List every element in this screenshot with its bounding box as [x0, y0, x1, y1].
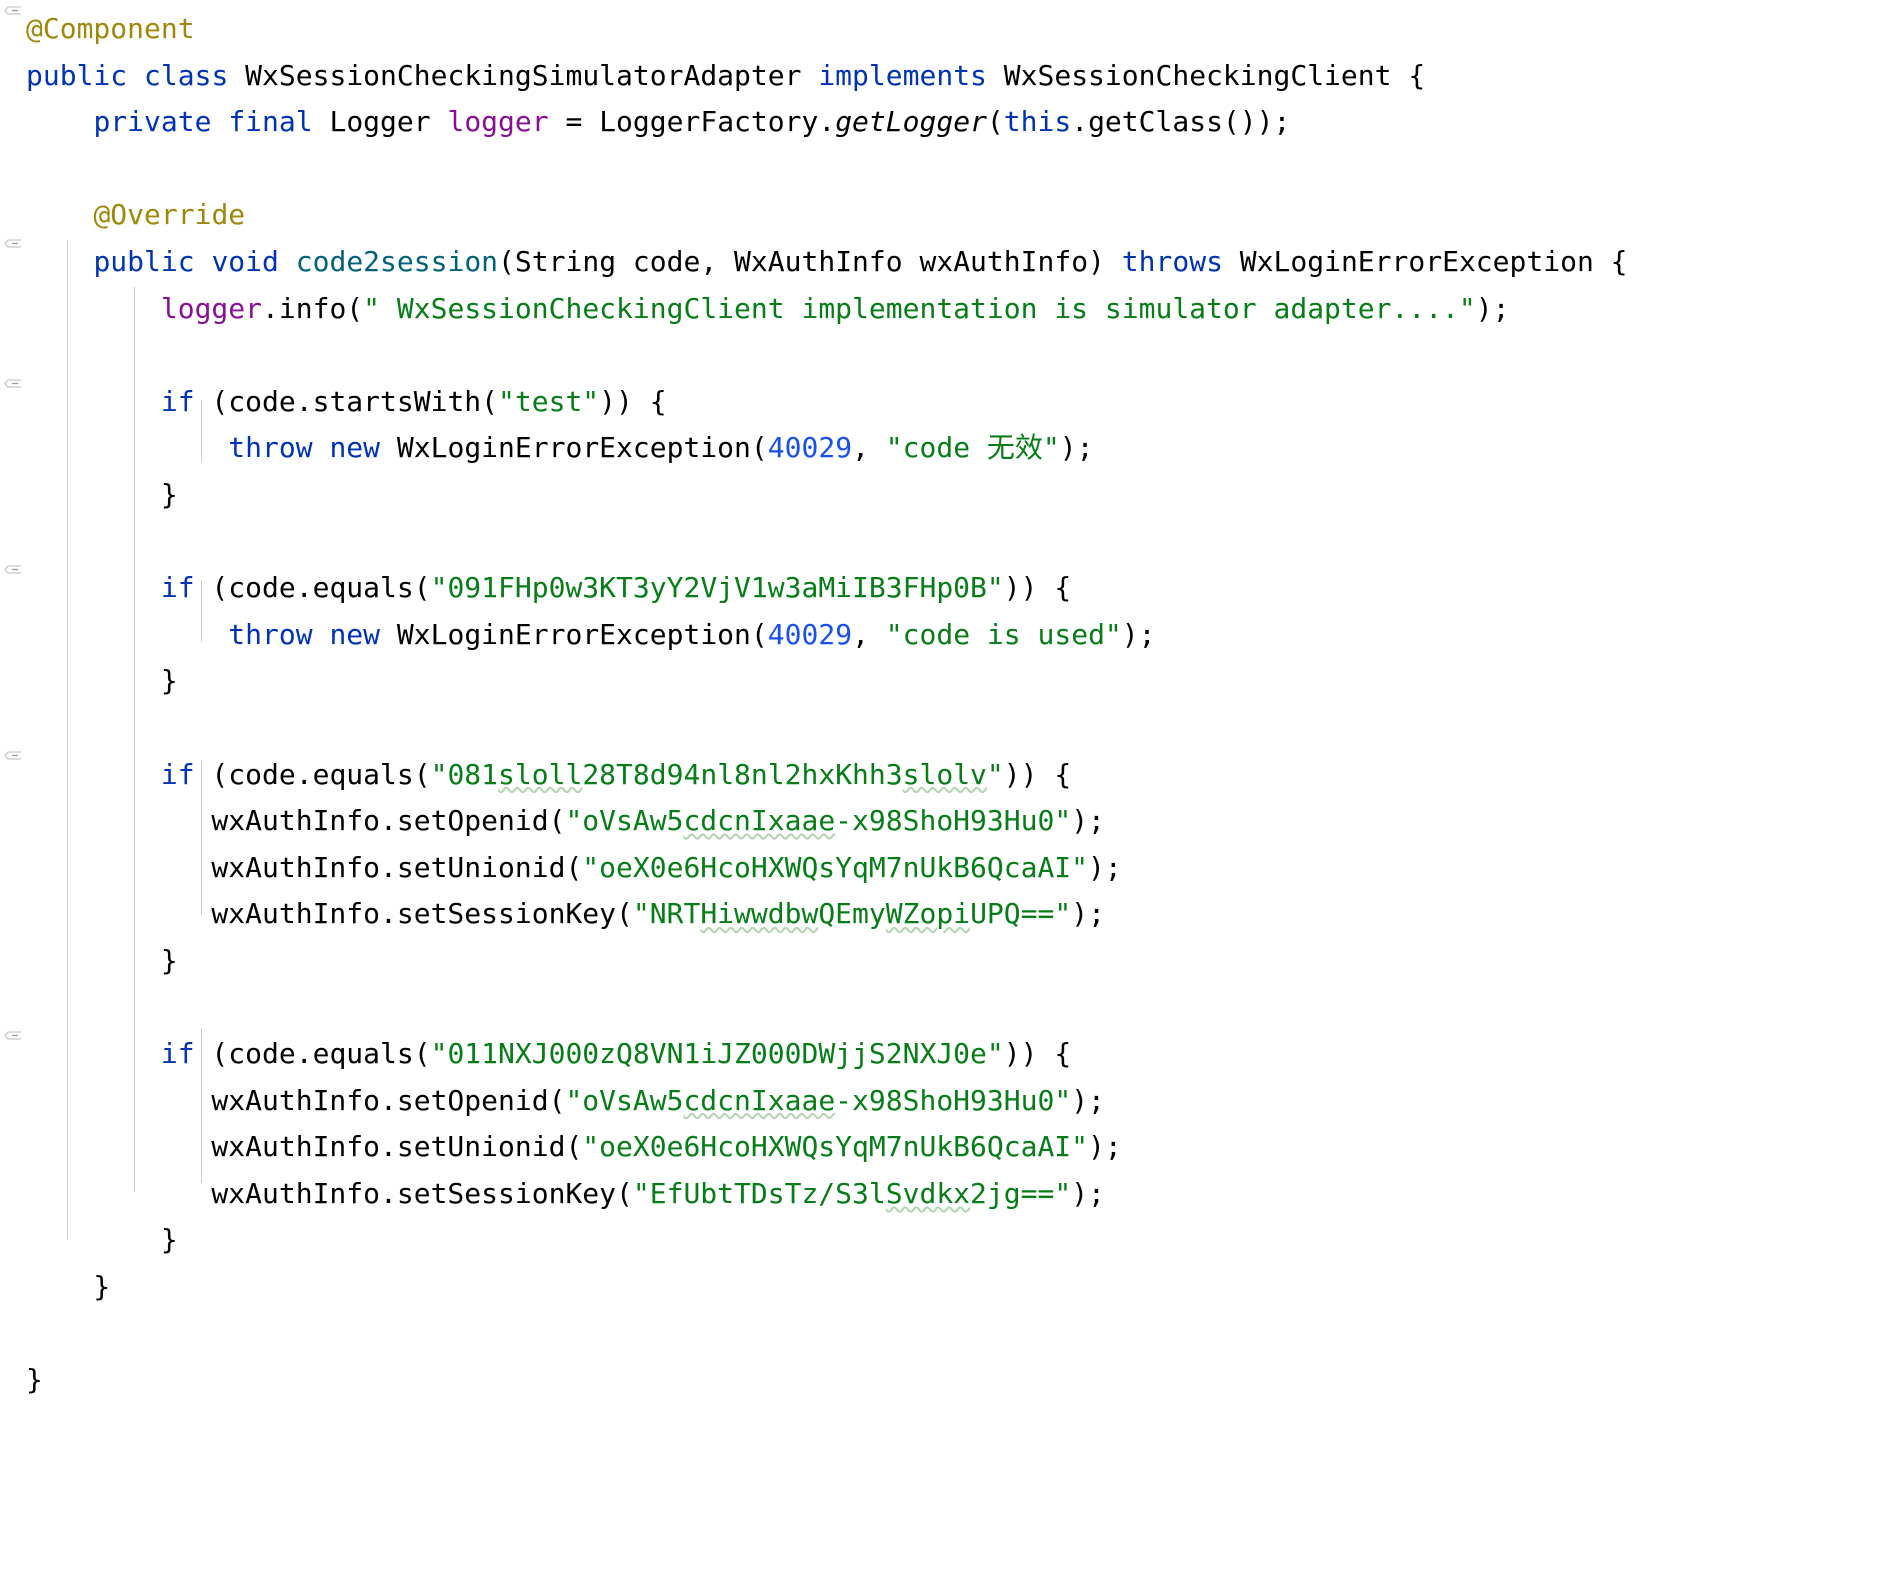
exception-type-3: WxLoginErrorException: [396, 617, 751, 651]
code-line-23[interactable]: if (code.equals("011NXJ000zQ8VN1iJZ000DW…: [26, 1031, 1896, 1078]
annotation-override: @Override: [93, 198, 246, 232]
keyword-throw-1: throw: [228, 431, 313, 465]
code-line-11[interactable]: }: [26, 472, 1896, 519]
code-line-26[interactable]: wxAuthInfo.setSessionKey("EfUbtTDsTz/S3l…: [26, 1171, 1896, 1218]
fold-marker-if-081[interactable]: [4, 751, 22, 768]
code-line-19[interactable]: wxAuthInfo.setUnionid("oeX0e6HcoHXWQsYqM…: [26, 845, 1896, 892]
keyword-public: public: [26, 58, 128, 92]
code-line-22-blank[interactable]: [26, 984, 1896, 1031]
keyword-new-1: new: [329, 431, 381, 465]
field-logger: logger: [447, 105, 549, 139]
code-line-8-blank[interactable]: [26, 332, 1896, 379]
method-getlogger: getLogger: [835, 105, 987, 139]
string-error-invalid: "code 无效": [885, 431, 1060, 465]
indent-guide-if-1: [201, 400, 202, 462]
method-name-code2session: code2session: [295, 244, 499, 278]
fold-marker-if-091[interactable]: [4, 565, 22, 582]
class-name: WxSessionCheckingSimulatorAdapter: [245, 58, 802, 92]
code-line-27[interactable]: }: [26, 1217, 1896, 1264]
keyword-if-1: if: [160, 384, 195, 418]
string-error-used: "code is used": [885, 617, 1122, 651]
indent-guide-if-3: [201, 760, 202, 915]
code-line-20[interactable]: wxAuthInfo.setSessionKey("NRTHiwwdbwQEmy…: [26, 891, 1896, 938]
string-test-prefix: "test": [498, 384, 600, 418]
code-line-2[interactable]: public class WxSessionCheckingSimulatorA…: [26, 53, 1896, 100]
string-code-011: "011NXJ000zQ8VN1iJZ000DWjjS2NXJ0e": [430, 1037, 1004, 1071]
keyword-throw-2: throw: [228, 617, 313, 651]
field-logger-ref: logger: [160, 291, 263, 325]
code-line-1[interactable]: @Component: [26, 6, 1896, 53]
code-content[interactable]: @Component public class WxSessionCheckin…: [26, 0, 1896, 1572]
code-line-3[interactable]: private final Logger logger = LoggerFact…: [26, 99, 1896, 146]
code-line-10[interactable]: throw new WxLoginErrorException(40029, "…: [26, 425, 1896, 472]
code-line-30[interactable]: }: [26, 1357, 1896, 1404]
code-line-21[interactable]: }: [26, 938, 1896, 985]
keyword-final: final: [228, 105, 313, 139]
indent-guide-if-2: [201, 580, 202, 642]
string-unionid-2: "oeX0e6HcoHXWQsYqM7nUkB6QcaAI": [582, 1130, 1089, 1164]
keyword-new-2: new: [329, 617, 381, 651]
code-line-29-blank[interactable]: [26, 1311, 1896, 1358]
fold-marker-class-start[interactable]: [4, 6, 22, 23]
code-line-5[interactable]: @Override: [26, 192, 1896, 239]
code-line-16-blank[interactable]: [26, 705, 1896, 752]
keyword-private: private: [93, 105, 212, 139]
indent-guide-method: [134, 287, 135, 1192]
annotation-component: @Component: [26, 12, 195, 45]
keyword-if-3: if: [160, 757, 195, 791]
fold-marker-if-011[interactable]: [4, 1031, 22, 1048]
string-code-091: "091FHp0w3KT3yY2VjV1w3aMiIB3FHp0B": [430, 571, 1004, 605]
keyword-this: this: [1003, 105, 1072, 139]
string-unionid-1: "oeX0e6HcoHXWQsYqM7nUkB6QcaAI": [582, 850, 1089, 884]
code-line-4-blank[interactable]: [26, 146, 1896, 193]
keyword-if-2: if: [160, 571, 195, 605]
code-line-13[interactable]: if (code.equals("091FHp0w3KT3yY2VjV1w3aM…: [26, 565, 1896, 612]
code-line-17[interactable]: if (code.equals("081sloll28T8d94nl8nl2hx…: [26, 752, 1896, 799]
keyword-throws: throws: [1121, 244, 1223, 278]
code-editor[interactable]: @Component public class WxSessionCheckin…: [0, 0, 1896, 1572]
code-line-15[interactable]: }: [26, 658, 1896, 705]
keyword-class: class: [144, 58, 229, 92]
exception-type-1: WxLoginErrorException: [1239, 244, 1594, 278]
indent-guide-class: [67, 240, 68, 1240]
exception-type-2: WxLoginErrorException: [396, 431, 751, 465]
code-line-6[interactable]: public void code2session(String code, Wx…: [26, 239, 1896, 286]
indent-guide-if-4: [201, 1028, 202, 1183]
code-line-9[interactable]: if (code.startsWith("test")) {: [26, 379, 1896, 426]
keyword-public-2: public: [93, 244, 195, 278]
code-line-18[interactable]: wxAuthInfo.setOpenid("oVsAw5cdcnIxaae-x9…: [26, 798, 1896, 845]
fold-marker-method-start[interactable]: [4, 239, 22, 256]
interface-name: WxSessionCheckingClient: [1003, 58, 1392, 92]
number-error-code-2: 40029: [767, 617, 853, 651]
fold-marker-if-test[interactable]: [4, 379, 22, 396]
code-line-28[interactable]: }: [26, 1264, 1896, 1311]
number-error-code-1: 40029: [767, 431, 853, 465]
code-line-7[interactable]: logger.info(" WxSessionCheckingClient im…: [26, 286, 1896, 333]
code-line-25[interactable]: wxAuthInfo.setUnionid("oeX0e6HcoHXWQsYqM…: [26, 1124, 1896, 1171]
keyword-void: void: [211, 244, 279, 278]
keyword-if-4: if: [160, 1037, 195, 1071]
editor-gutter[interactable]: [0, 0, 26, 1572]
code-line-24[interactable]: wxAuthInfo.setOpenid("oVsAw5cdcnIxaae-x9…: [26, 1078, 1896, 1125]
string-log-message: " WxSessionCheckingClient implementation…: [363, 291, 1476, 325]
keyword-implements: implements: [818, 58, 987, 92]
code-line-14[interactable]: throw new WxLoginErrorException(40029, "…: [26, 612, 1896, 659]
code-line-12-blank[interactable]: [26, 519, 1896, 566]
